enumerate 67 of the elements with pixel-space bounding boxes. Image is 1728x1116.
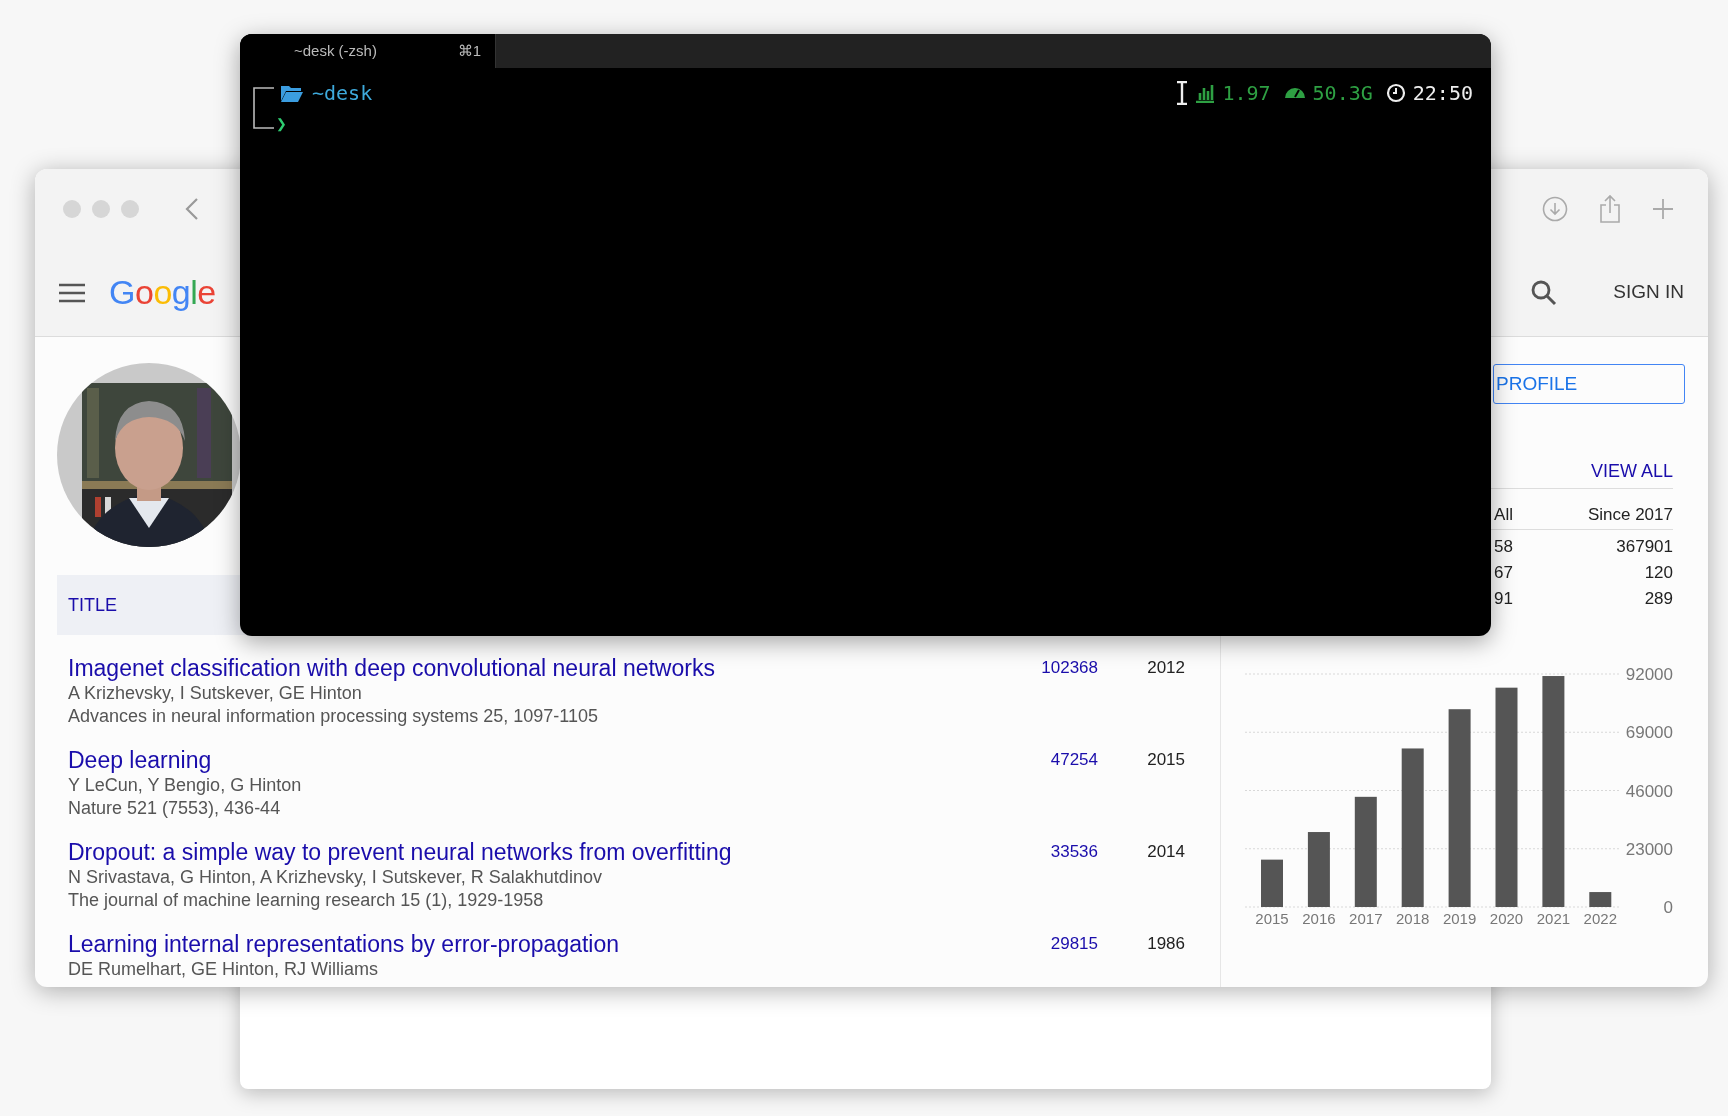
table-cell-text: 120 bbox=[1644, 562, 1673, 585]
authors-text: A Krizhevsky, I Sutskever, GE Hinton bbox=[68, 682, 362, 705]
axis-label: 2018 bbox=[1396, 910, 1430, 927]
memory-text: 50.3G bbox=[1312, 80, 1373, 107]
download-icon[interactable] bbox=[1542, 196, 1568, 222]
venue-text: Advances in neural information processing systems 25, 1097-1105 bbox=[68, 705, 598, 728]
citation-count-link[interactable]: 102368 bbox=[1041, 658, 1098, 677]
clock-icon bbox=[1385, 83, 1406, 103]
chart-bar bbox=[1261, 859, 1283, 907]
axis-label: 69000 bbox=[1625, 723, 1673, 743]
folder-icon bbox=[280, 83, 304, 103]
article-title-link[interactable]: Imagenet classification with deep convolutional neural networks bbox=[68, 655, 715, 682]
time-text: 22:50 bbox=[1412, 80, 1473, 107]
year-text: 2012 bbox=[1147, 658, 1185, 677]
table-cell-text: 58 bbox=[1493, 536, 1513, 559]
search-icon[interactable] bbox=[1530, 278, 1559, 307]
prompt-symbol: ❯ bbox=[276, 112, 287, 136]
new-tab-icon[interactable] bbox=[1652, 198, 1674, 220]
zoom-button[interactable] bbox=[121, 200, 139, 218]
axis-label: 23000 bbox=[1625, 839, 1673, 859]
article-title-link[interactable]: Deep learning bbox=[68, 747, 212, 774]
axis-label: 46000 bbox=[1625, 781, 1673, 801]
axis-label: 2021 bbox=[1536, 910, 1571, 927]
bracket-drawing bbox=[252, 86, 276, 130]
axis-label: 2015 bbox=[1255, 910, 1289, 927]
directory-text: ~desk bbox=[312, 80, 373, 107]
year-text: 2014 bbox=[1147, 842, 1185, 861]
bar-chart-icon bbox=[1195, 83, 1216, 103]
gauge-icon bbox=[1283, 87, 1306, 99]
share-icon[interactable] bbox=[1598, 194, 1622, 224]
menu-icon[interactable] bbox=[57, 281, 87, 304]
column-header: Since 2017 bbox=[1587, 503, 1673, 526]
close-button[interactable] bbox=[63, 200, 81, 218]
citation-count-link[interactable]: 47254 bbox=[1050, 750, 1098, 769]
column-header: All bbox=[1493, 503, 1513, 526]
logo: Google bbox=[109, 272, 216, 313]
year-text: 1986 bbox=[1147, 934, 1185, 953]
venue-text: Nature 521 (7553), 436-44 bbox=[68, 797, 281, 820]
load-text: 1.97 bbox=[1222, 80, 1271, 107]
text-cursor-icon bbox=[1176, 81, 1189, 105]
minimize-button[interactable] bbox=[92, 200, 110, 218]
axis-label: 2017 bbox=[1349, 910, 1383, 927]
article-title-link[interactable]: Dropout: a simple way to prevent neural networks from overfitting bbox=[68, 839, 732, 866]
back-icon[interactable] bbox=[185, 197, 199, 221]
chart-bar bbox=[1589, 892, 1612, 907]
axis-label: 2019 bbox=[1442, 910, 1477, 927]
axis-label: 0 bbox=[1663, 898, 1673, 917]
year-text: 2015 bbox=[1147, 750, 1185, 769]
profile-button[interactable]: PROFILE bbox=[1493, 364, 1685, 404]
authors-text: N Srivastava, G Hinton, A Krizhevsky, I Sutskever, R Salakhutdinov bbox=[68, 866, 602, 889]
article-title-link[interactable]: Learning internal representations by error-propagation bbox=[68, 931, 620, 958]
venue-text: The journal of machine learning research 15 (1), 1929-1958 bbox=[68, 889, 544, 912]
citation-count-link[interactable]: 33536 bbox=[1050, 842, 1098, 861]
axis-label: 2016 bbox=[1302, 910, 1336, 927]
sign-in-link[interactable]: SIGN IN bbox=[1613, 278, 1684, 307]
axis-label: 2020 bbox=[1489, 910, 1524, 927]
axis-label: 2022 bbox=[1583, 910, 1617, 927]
authors-text: DE Rumelhart, GE Hinton, RJ Williams bbox=[68, 958, 379, 981]
axis-label: 92000 bbox=[1625, 665, 1673, 684]
view-all-link[interactable]: VIEW ALL bbox=[1590, 458, 1673, 485]
terminal-tab[interactable]: ~desk (-zsh) ⌘1 bbox=[240, 34, 496, 68]
table-cell-text: 67 bbox=[1493, 562, 1513, 585]
authors-text: Y LeCun, Y Bengio, G Hinton bbox=[68, 774, 302, 797]
table-cell-text: 91 bbox=[1493, 588, 1513, 611]
table-cell-text: 367901 bbox=[1616, 536, 1673, 559]
table-cell-text: 289 bbox=[1644, 588, 1673, 611]
citation-count-link[interactable]: 29815 bbox=[1050, 934, 1098, 953]
